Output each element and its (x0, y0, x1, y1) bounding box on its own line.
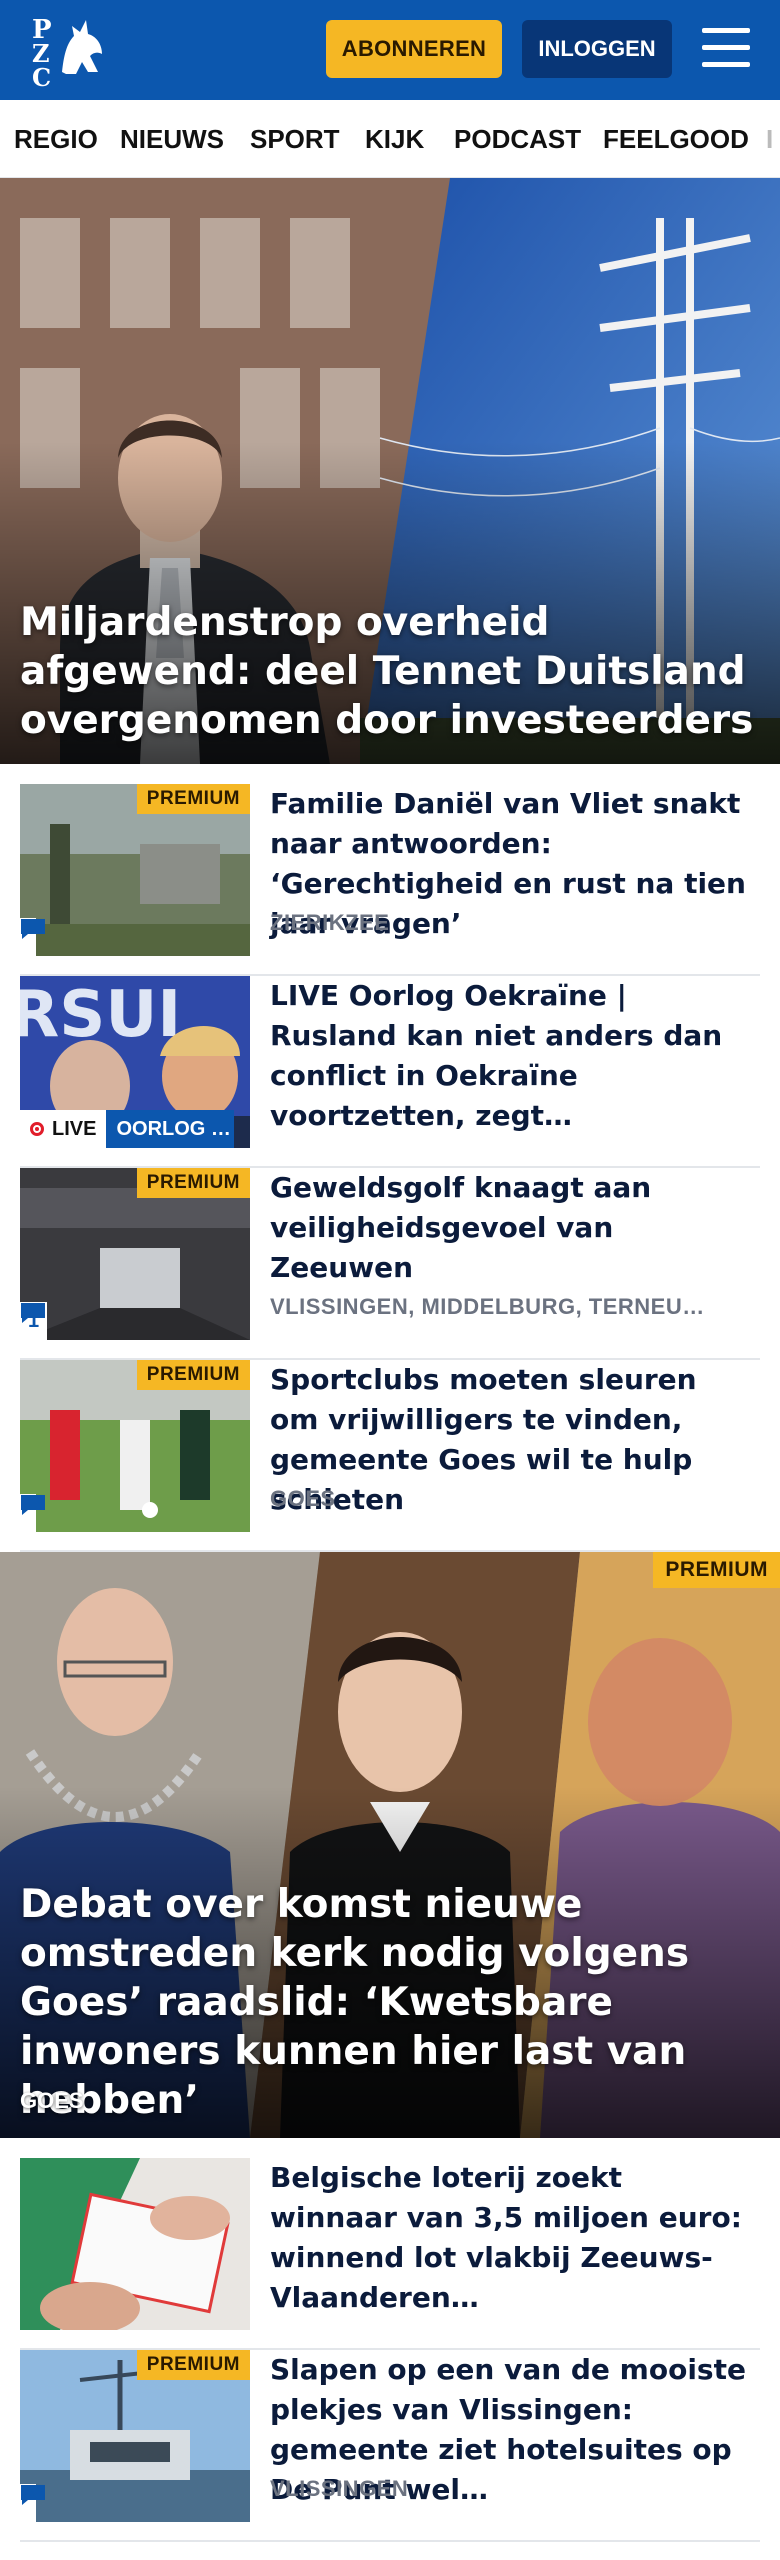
list-item[interactable]: PREMIUM Sportclubs moeten sleuren om vri… (20, 1360, 760, 1552)
article-location: VLISSINGEN (270, 2476, 409, 2501)
comment-icon (21, 1303, 45, 1323)
hero-article-tennet[interactable]: Miljardenstrop overheid afgewend: deel T… (0, 178, 780, 764)
svg-text:C: C (32, 63, 51, 88)
list-item[interactable]: Belgische loterij zoekt winnaar van 3,5 … (20, 2158, 760, 2350)
live-dot-icon (30, 1122, 44, 1136)
premium-badge: PREMIUM (653, 1552, 780, 1588)
nav-item-feelgood[interactable]: FEELGOOD (603, 100, 749, 177)
article-location: ZIERIKZEE (270, 910, 390, 935)
article-title[interactable]: Geweldsgolf knaagt aan veilig­heidsgevoe… (270, 1168, 750, 1288)
article-thumbnail: PREMIUM (20, 1360, 250, 1532)
list-item[interactable]: PREMIUM Slapen op een van de mooiste ple… (20, 2350, 760, 2542)
comment-icon (21, 1495, 45, 1515)
hero-title[interactable]: Debat over komst nieuwe omstreden kerk n… (20, 1880, 760, 2125)
live-label: LIVE (52, 1117, 97, 1140)
login-button[interactable]: INLOGGEN (522, 20, 672, 78)
nav-item-nieuws[interactable]: NIEUWS (120, 100, 224, 177)
article-title[interactable]: Belgische loterij zoekt winnaar van 3,5 … (270, 2158, 750, 2318)
article-thumbnail: PREMIUM 1 (20, 1168, 250, 1340)
top-bar: P Z C ABONNEREN INLOGGEN (0, 0, 780, 100)
article-location: GOES (270, 1486, 336, 1511)
comment-indicator[interactable]: 1 (20, 1302, 48, 1340)
section-nav: REGIO NIEUWS SPORT KIJK PODCAST FEELGOOD… (0, 100, 780, 178)
article-thumbnail (20, 2158, 250, 2330)
premium-badge: PREMIUM (136, 784, 250, 814)
nav-item-overflow[interactable]: I (766, 100, 773, 177)
article-thumbnail: RSUI LIVE OORLOG … (20, 976, 250, 1148)
comment-indicator[interactable] (20, 2484, 45, 2522)
pzc-logo[interactable]: P Z C (28, 12, 110, 88)
live-tag: LIVE OORLOG … (20, 1110, 235, 1148)
hero-article-kerk[interactable]: PREMIUM Debat over komst nieuwe omstrede… (0, 1552, 780, 2138)
nav-item-podcast[interactable]: PODCAST (454, 100, 581, 177)
article-thumbnail: PREMIUM (20, 2350, 250, 2522)
comment-indicator[interactable] (20, 918, 45, 956)
article-title[interactable]: LIVE Oorlog Oekraïne | Rusland kan niet … (270, 976, 750, 1136)
comment-icon (21, 919, 45, 939)
list-item[interactable]: RSUI LIVE OORLOG … LIVE Oorlog Oekraïne … (20, 976, 760, 1168)
hero-location: GOES (20, 2088, 84, 2113)
premium-badge: PREMIUM (136, 1168, 250, 1198)
nav-item-sport[interactable]: SPORT (250, 100, 340, 177)
comment-icon (21, 2485, 45, 2505)
subscribe-button[interactable]: ABONNEREN (326, 20, 502, 78)
list-item[interactable]: PREMIUM 1 Geweldsgolf knaagt aan veilig­… (20, 1168, 760, 1360)
nav-item-kijk[interactable]: KIJK (365, 100, 424, 177)
nav-item-regio[interactable]: REGIO (14, 100, 98, 177)
premium-badge: PREMIUM (136, 2350, 250, 2380)
menu-icon[interactable] (698, 24, 754, 74)
article-thumbnail: PREMIUM (20, 784, 250, 956)
article-location: VLISSINGEN, MIDDELBURG, TERNEU… (270, 1294, 705, 1319)
premium-badge: PREMIUM (136, 1360, 250, 1390)
comment-indicator[interactable] (20, 1494, 45, 1532)
hero-title[interactable]: Miljardenstrop overheid afgewend: deel T… (20, 598, 760, 745)
list-item[interactable]: PREMIUM Familie Daniël van Vliet snakt n… (20, 784, 760, 976)
live-topic: OORLOG … (106, 1110, 235, 1148)
svg-text:RSUI: RSUI (20, 978, 181, 1052)
